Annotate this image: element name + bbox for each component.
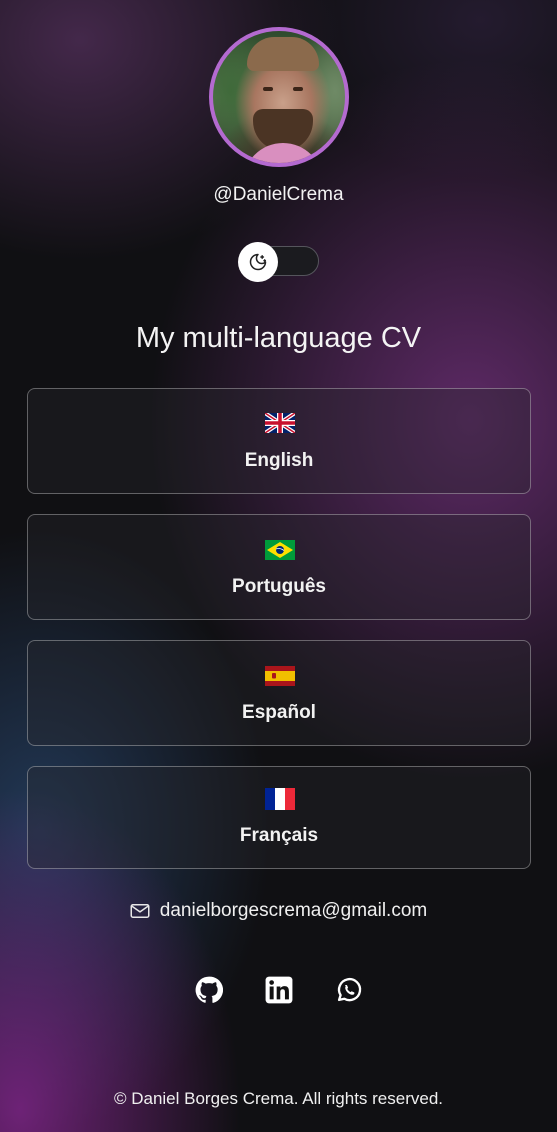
linkedin-link[interactable] — [265, 976, 293, 1004]
github-icon — [195, 976, 223, 1003]
username: @DanielCrema — [213, 184, 344, 205]
language-label: English — [244, 450, 314, 471]
spain-flag-icon — [265, 666, 295, 686]
language-label: Français — [239, 825, 319, 846]
avatar-eye-left — [263, 87, 273, 91]
profile-avatar — [209, 27, 349, 167]
moon-stars-icon — [249, 253, 267, 271]
language-card-espanol[interactable]: Español — [27, 640, 531, 746]
linkedin-icon — [265, 976, 293, 1004]
github-link[interactable] — [195, 976, 223, 1004]
france-flag-icon — [265, 788, 295, 810]
profile-page: @DanielCrema My multi-language CV Englis… — [0, 0, 557, 1132]
uk-flag-icon — [265, 413, 295, 433]
mail-icon — [130, 904, 150, 918]
email-link[interactable]: danielborgescrema@gmail.com — [0, 898, 557, 924]
brazil-flag-icon — [265, 540, 295, 560]
footer-copyright: © Daniel Borges Crema. All rights reserv… — [113, 1089, 444, 1108]
language-card-francais[interactable]: Français — [27, 766, 531, 869]
language-card-english[interactable]: English — [27, 388, 531, 494]
language-label: Português — [232, 576, 326, 597]
language-label: Español — [242, 702, 316, 723]
email-text: danielborgescrema@gmail.com — [159, 900, 428, 921]
avatar-eye-right — [293, 87, 303, 91]
theme-toggle-knob[interactable] — [238, 242, 278, 282]
whatsapp-icon — [337, 978, 362, 1002]
page-heading: My multi-language CV — [135, 322, 422, 354]
language-card-portugues[interactable]: Português — [27, 514, 531, 620]
avatar-shirt — [243, 143, 323, 163]
whatsapp-link[interactable] — [335, 976, 363, 1004]
avatar-hair — [247, 37, 319, 71]
